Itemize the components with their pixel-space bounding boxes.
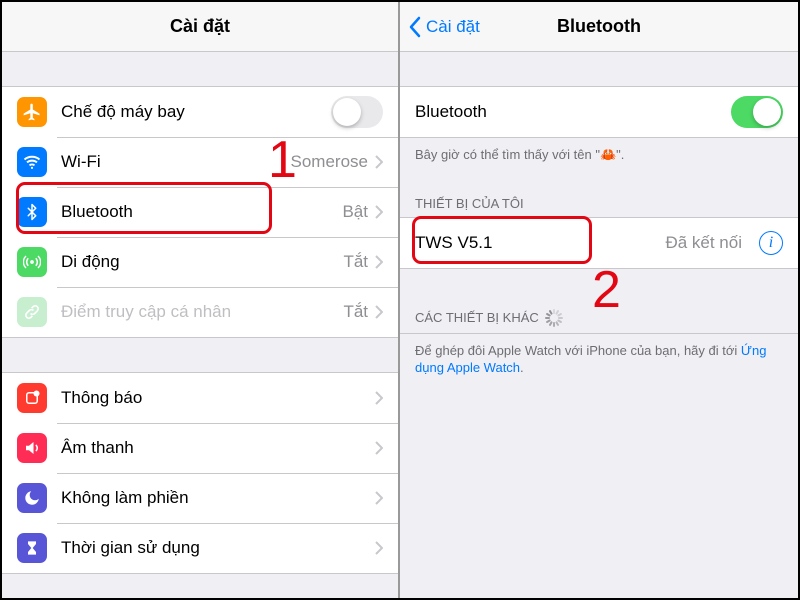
notify-icon	[17, 383, 47, 413]
row-dnd[interactable]: Không làm phiền	[2, 473, 398, 523]
link-icon	[17, 297, 47, 327]
discoverable-note: Bây giờ có thể tìm thấy với tên "🦀".	[400, 138, 798, 172]
row-sounds[interactable]: Âm thanh	[2, 423, 398, 473]
row-value: Bật	[342, 202, 368, 222]
wifi-icon	[17, 147, 47, 177]
row-screentime[interactable]: Thời gian sử dụng	[2, 523, 398, 573]
row-airplane[interactable]: Chế độ máy bay	[2, 87, 398, 137]
row-label: Thời gian sử dụng	[61, 538, 375, 558]
chevron-right-icon	[375, 155, 383, 169]
row-label: Bluetooth	[415, 102, 731, 122]
cellular-icon	[17, 247, 47, 277]
row-label: Bluetooth	[61, 202, 342, 222]
settings-group-connectivity: Chế độ máy bay Wi-Fi Somerose Bluetooth …	[2, 86, 398, 338]
row-label: Âm thanh	[61, 438, 375, 458]
row-label: Chế độ máy bay	[61, 102, 331, 122]
settings-group-general: Thông báo Âm thanh Không làm phiền	[2, 372, 398, 574]
hourglass-icon	[17, 533, 47, 563]
info-icon[interactable]: i	[759, 231, 783, 255]
settings-root: Cài đặt Chế độ máy bay Wi-Fi Somerose	[2, 2, 400, 598]
pairing-note: Để ghép đôi Apple Watch với iPhone của b…	[400, 334, 798, 385]
row-device[interactable]: TWS V5.1 Đã kết nối i	[400, 218, 798, 268]
my-devices-header: THIẾT BỊ CỦA TÔI	[400, 190, 798, 217]
row-value: Tắt	[343, 302, 368, 322]
spinner-icon	[545, 309, 563, 327]
back-label: Cài đặt	[426, 17, 480, 37]
chevron-right-icon	[375, 541, 383, 555]
bluetooth-screen: Cài đặt Bluetooth Bluetooth Bây giờ có t…	[400, 2, 798, 598]
bluetooth-toggle[interactable]	[731, 96, 783, 128]
header-left: Cài đặt	[2, 2, 398, 52]
chevron-right-icon	[375, 491, 383, 505]
row-label: Thông báo	[61, 388, 375, 408]
row-value: Tắt	[343, 252, 368, 272]
header-title-right: Bluetooth	[557, 16, 641, 37]
airplane-toggle[interactable]	[331, 96, 383, 128]
chevron-right-icon	[375, 391, 383, 405]
bluetooth-icon	[17, 197, 47, 227]
header-right: Cài đặt Bluetooth	[400, 2, 798, 52]
row-hotspot[interactable]: Điểm truy cập cá nhân Tắt	[2, 287, 398, 337]
chevron-right-icon	[375, 205, 383, 219]
header-title-left: Cài đặt	[170, 16, 230, 37]
row-label: Điểm truy cập cá nhân	[61, 302, 343, 322]
chevron-left-icon	[408, 16, 422, 38]
my-devices-group: TWS V5.1 Đã kết nối i	[400, 217, 798, 269]
chevron-right-icon	[375, 255, 383, 269]
other-devices-header: CÁC THIẾT BỊ KHÁC	[400, 303, 798, 333]
moon-icon	[17, 483, 47, 513]
row-value: Somerose	[291, 152, 368, 172]
device-name: TWS V5.1	[415, 233, 665, 253]
airplane-icon	[17, 97, 47, 127]
device-status: Đã kết nối	[665, 233, 742, 253]
row-label: Wi-Fi	[61, 152, 291, 172]
chevron-right-icon	[375, 305, 383, 319]
sound-icon	[17, 433, 47, 463]
row-bluetooth-switch[interactable]: Bluetooth	[400, 87, 798, 137]
row-label: Không làm phiền	[61, 488, 375, 508]
row-notifications[interactable]: Thông báo	[2, 373, 398, 423]
row-wifi[interactable]: Wi-Fi Somerose	[2, 137, 398, 187]
back-button[interactable]: Cài đặt	[408, 16, 480, 38]
row-cellular[interactable]: Di động Tắt	[2, 237, 398, 287]
row-label: Di động	[61, 252, 343, 272]
bluetooth-switch-group: Bluetooth	[400, 86, 798, 138]
row-bluetooth[interactable]: Bluetooth Bật	[2, 187, 398, 237]
chevron-right-icon	[375, 441, 383, 455]
